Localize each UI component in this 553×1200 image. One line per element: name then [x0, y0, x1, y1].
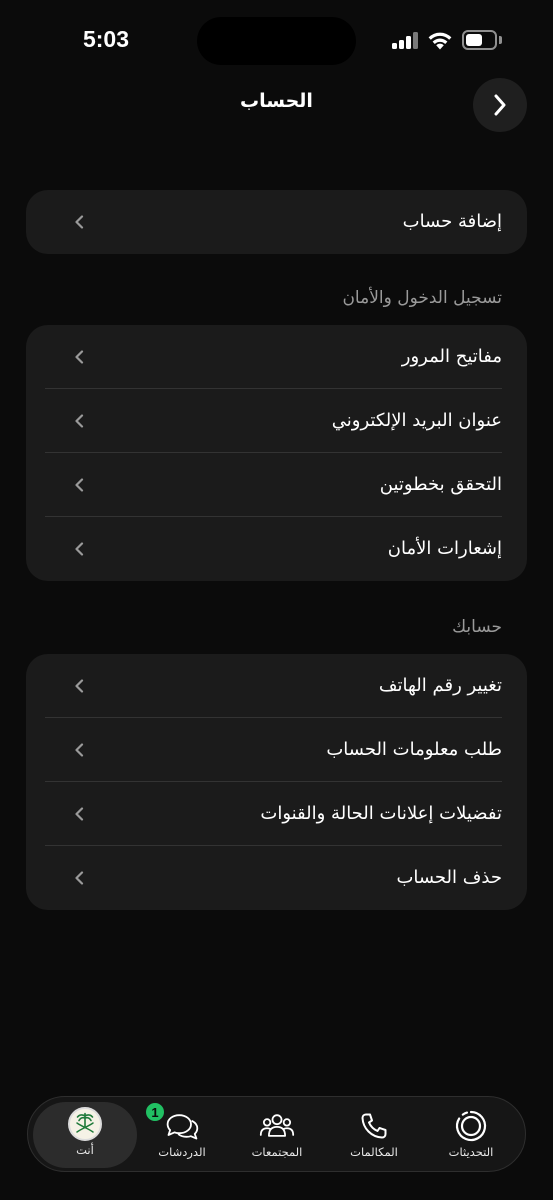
tab-calls-label: المكالمات — [350, 1145, 398, 1159]
chevron-left-icon — [75, 679, 84, 693]
chevron-left-icon — [75, 807, 84, 821]
section-header-security: تسجيل الدخول والأمان — [342, 288, 502, 308]
ads-preferences-label: تفضيلات إعلانات الحالة والقنوات — [260, 803, 502, 824]
tab-updates[interactable]: التحديثات — [431, 1097, 511, 1171]
chevron-left-icon — [75, 215, 84, 229]
passkeys-row[interactable]: مفاتيح المرور — [26, 325, 527, 389]
two-step-verification-row[interactable]: التحقق بخطوتين — [26, 453, 527, 517]
phone-icon — [361, 1113, 387, 1139]
your-account-card: تغيير رقم الهاتف طلب معلومات الحساب تفضي… — [26, 654, 527, 910]
dynamic-island — [197, 17, 356, 65]
request-account-info-row[interactable]: طلب معلومات الحساب — [26, 718, 527, 782]
chats-icon — [166, 1114, 199, 1140]
two-step-verification-label: التحقق بخطوتين — [379, 474, 502, 495]
add-account-label: إضافة حساب — [402, 211, 502, 232]
communities-icon — [259, 1114, 295, 1137]
chevron-left-icon — [75, 871, 84, 885]
request-account-info-label: طلب معلومات الحساب — [326, 739, 502, 760]
status-time: 5:03 — [82, 26, 130, 52]
tab-you-label: أنت — [76, 1143, 94, 1157]
unread-badge: 1 — [144, 1101, 166, 1123]
palm-swords-emblem-icon — [76, 1112, 94, 1133]
tab-you[interactable]: أنت — [33, 1102, 137, 1168]
tab-chats-label: الدردشات — [158, 1145, 206, 1159]
email-address-label: عنوان البريد الإلكتروني — [331, 410, 502, 431]
updates-icon — [455, 1110, 487, 1142]
tab-calls[interactable]: المكالمات — [334, 1097, 414, 1171]
wifi-icon — [428, 32, 452, 50]
chevron-left-icon — [75, 542, 84, 556]
status-bar: 5:03 — [0, 0, 553, 80]
tab-bar: التحديثات المكالمات المجتمعات 1 الدردشات… — [27, 1096, 526, 1172]
change-number-label: تغيير رقم الهاتف — [378, 675, 502, 696]
delete-account-label: حذف الحساب — [396, 867, 502, 888]
add-account-row[interactable]: إضافة حساب — [26, 190, 527, 254]
chevron-left-icon — [75, 478, 84, 492]
page-title: الحساب — [240, 90, 313, 112]
tab-updates-label: التحديثات — [448, 1145, 494, 1159]
tab-communities[interactable]: المجتمعات — [237, 1097, 317, 1171]
chevron-left-icon — [75, 414, 84, 428]
tab-communities-label: المجتمعات — [251, 1145, 303, 1159]
add-account-card: إضافة حساب — [26, 190, 527, 254]
cellular-signal-icon — [392, 32, 418, 49]
chevron-left-icon — [75, 350, 84, 364]
section-header-your-account: حسابك — [452, 617, 502, 637]
security-notifications-label: إشعارات الأمان — [387, 538, 502, 559]
avatar — [68, 1107, 102, 1141]
battery-icon — [462, 30, 502, 50]
passkeys-label: مفاتيح المرور — [401, 346, 502, 367]
email-address-row[interactable]: عنوان البريد الإلكتروني — [26, 389, 527, 453]
ads-preferences-row[interactable]: تفضيلات إعلانات الحالة والقنوات — [26, 782, 527, 846]
change-number-row[interactable]: تغيير رقم الهاتف — [26, 654, 527, 718]
security-card: مفاتيح المرور عنوان البريد الإلكتروني ال… — [26, 325, 527, 581]
security-notifications-row[interactable]: إشعارات الأمان — [26, 517, 527, 581]
chevron-left-icon — [75, 743, 84, 757]
tab-chats[interactable]: 1 الدردشات — [142, 1097, 222, 1171]
delete-account-row[interactable]: حذف الحساب — [26, 846, 527, 910]
